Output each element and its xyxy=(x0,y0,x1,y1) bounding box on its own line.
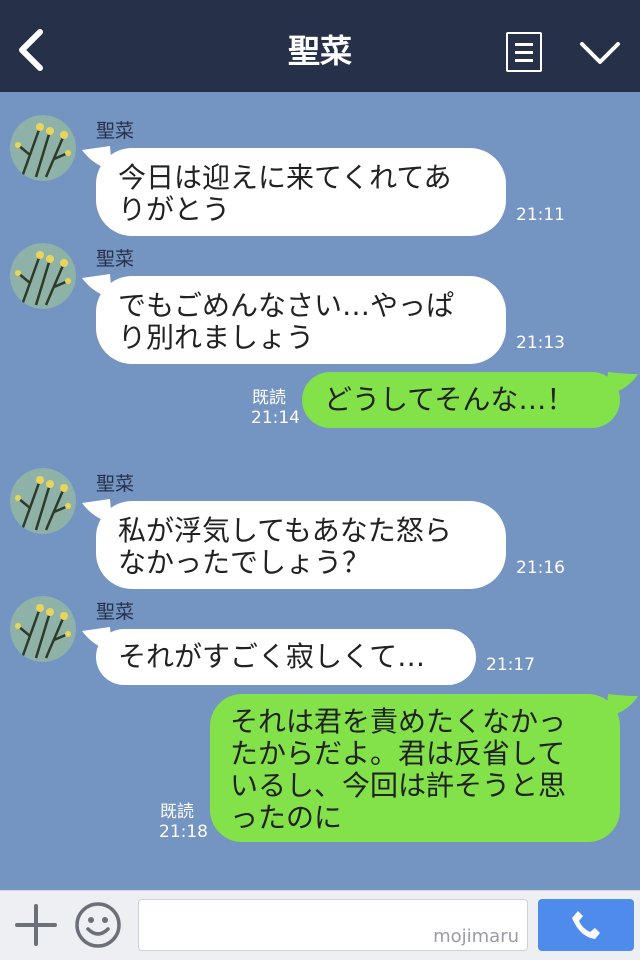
avatar[interactable] xyxy=(10,596,76,662)
watermark: mojimaru xyxy=(433,926,519,947)
message-line: それがすごく寂しくて… xyxy=(118,640,426,673)
avatar[interactable] xyxy=(10,115,76,181)
message-bubble: 私が浮気してもあなた怒ら なかったでしょう？ xyxy=(96,501,506,589)
add-button[interactable] xyxy=(14,903,58,947)
list-icon-line xyxy=(515,59,533,62)
emoji-button[interactable] xyxy=(74,901,122,949)
message-bubble: どうしてそんな…！ xyxy=(302,372,620,428)
message-time: 21:11 xyxy=(516,205,565,225)
message-time: 21:17 xyxy=(486,655,535,675)
list-icon-line xyxy=(515,51,533,54)
sender-name: 聖菜 xyxy=(96,473,135,495)
chat-header: 聖菜 xyxy=(0,0,640,92)
message-time: 21:16 xyxy=(516,558,565,578)
message-line: なかったでしょう？ xyxy=(118,546,371,579)
sender-name: 聖菜 xyxy=(96,601,135,623)
smiley-icon xyxy=(75,902,121,948)
phone-icon xyxy=(572,911,600,939)
page-title: 聖菜 xyxy=(287,32,352,70)
message-bubble: それがすごく寂しくて… xyxy=(96,629,476,685)
chevron-down-icon xyxy=(580,42,620,64)
message-line: 私が浮気してもあなた怒ら xyxy=(118,514,452,547)
message-line: 今日は迎えに来てくれてあ xyxy=(118,161,452,194)
menu-button[interactable] xyxy=(506,32,542,72)
read-receipt: 既読 xyxy=(160,802,194,822)
message-line: いるし、今回は許そうと思 xyxy=(230,769,567,802)
sender-name: 聖菜 xyxy=(96,120,135,142)
message-time: 21:18 xyxy=(159,822,208,842)
message-line: でもごめんなさい…やっぱ xyxy=(118,289,455,322)
message-composer: mojimaru xyxy=(0,890,640,960)
message-time: 21:13 xyxy=(516,333,565,353)
message-line: たからだよ。君は反省して xyxy=(230,737,566,770)
read-receipt: 既読 xyxy=(252,388,286,408)
message-line: ったのに xyxy=(230,801,343,834)
message-input[interactable]: mojimaru xyxy=(138,899,528,951)
message-line: り別れましょう xyxy=(118,321,315,354)
plus-icon xyxy=(15,904,57,946)
message-line: りがとう xyxy=(118,193,231,226)
call-button[interactable] xyxy=(538,899,634,951)
avatar[interactable] xyxy=(10,468,76,534)
collapse-button[interactable] xyxy=(578,36,622,68)
message-line: どうしてそんな…！ xyxy=(324,383,575,416)
sender-name: 聖菜 xyxy=(96,248,135,270)
message-bubble: 今日は迎えに来てくれてあ りがとう xyxy=(96,148,506,236)
message-bubble: それは君を責めたくなかっ たからだよ。君は反省して いるし、今回は許そうと思 っ… xyxy=(210,694,620,842)
avatar[interactable] xyxy=(10,243,76,309)
message-bubble: でもごめんなさい…やっぱ り別れましょう xyxy=(96,276,506,364)
message-line: それは君を責めたくなかっ xyxy=(230,705,567,738)
list-icon xyxy=(515,43,533,46)
message-time: 21:14 xyxy=(251,408,300,428)
